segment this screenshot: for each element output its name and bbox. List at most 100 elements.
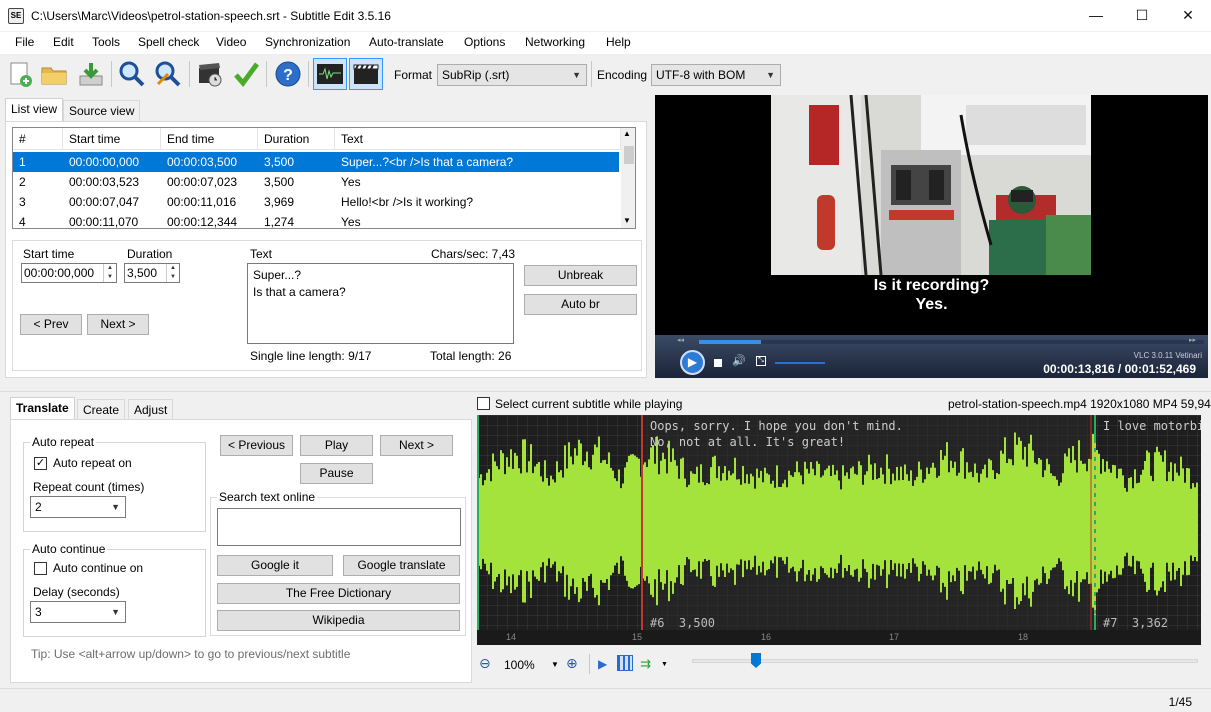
menu-help[interactable]: Help <box>606 35 631 49</box>
prev-button[interactable]: < Prev <box>20 314 82 335</box>
previous-button[interactable]: < Previous <box>220 435 293 456</box>
auto-continue-checkbox[interactable] <box>34 562 47 575</box>
wikipedia-button[interactable]: Wikipedia <box>217 610 460 631</box>
column-duration[interactable]: Duration <box>258 128 335 150</box>
open-folder-icon[interactable] <box>39 59 69 89</box>
find-icon[interactable] <box>117 59 147 89</box>
play-button[interactable]: Play <box>300 435 373 456</box>
slider-thumb[interactable] <box>751 653 761 668</box>
column-start-time[interactable]: Start time <box>63 128 161 150</box>
tab-create[interactable]: Create <box>77 399 126 421</box>
table-row[interactable]: 4 00:00:11,070 00:00:12,344 1,274 Yes <box>13 212 619 228</box>
zoom-out-icon[interactable]: ⊖ <box>479 655 491 672</box>
row-end: 00:00:11,016 <box>167 195 237 209</box>
google-it-button[interactable]: Google it <box>217 555 333 576</box>
chevron-down-icon[interactable]: ▼ <box>551 660 559 669</box>
menu-synchronization[interactable]: Synchronization <box>265 35 350 49</box>
spin-down-icon[interactable]: ▼ <box>166 273 179 282</box>
row-number: 3 <box>19 195 26 209</box>
spin-up-icon[interactable]: ▲ <box>166 264 179 273</box>
menu-networking[interactable]: Networking <box>525 35 585 49</box>
subtitle-list[interactable]: # Start time End time Duration Text 1 00… <box>12 127 636 229</box>
stop-icon[interactable] <box>714 359 722 367</box>
column-end-time[interactable]: End time <box>161 128 258 150</box>
chevron-up-icon[interactable]: ▲ <box>623 129 631 138</box>
video-progress-track[interactable] <box>699 340 1204 344</box>
menu-tools[interactable]: Tools <box>92 35 120 49</box>
close-button[interactable]: ✕ <box>1165 0 1211 31</box>
search-text-input[interactable] <box>217 508 461 546</box>
minimize-button[interactable]: — <box>1073 0 1119 31</box>
visual-sync-icon[interactable] <box>195 59 225 89</box>
menu-auto-translate[interactable]: Auto-translate <box>369 35 444 49</box>
chevron-down-icon: ▼ <box>572 70 581 80</box>
delay-select[interactable]: 3 ▼ <box>30 601 126 623</box>
volume-icon[interactable]: 🔊 <box>732 354 746 367</box>
maximize-button[interactable]: ☐ <box>1119 0 1165 31</box>
download-icon[interactable] <box>76 59 106 89</box>
zoom-value[interactable]: 100% <box>504 658 535 672</box>
menu-video[interactable]: Video <box>216 35 246 49</box>
translate-panel: Auto repeat ✓ Auto repeat on Repeat coun… <box>10 419 472 683</box>
next-button[interactable]: Next > <box>87 314 149 335</box>
column-text[interactable]: Text <box>335 128 621 150</box>
zoom-in-icon[interactable]: ⊕ <box>566 655 578 672</box>
next-button[interactable]: Next > <box>380 435 453 456</box>
list-scrollbar[interactable]: ▲ ▼ <box>621 128 635 228</box>
video-player[interactable]: Is it recording? Yes. ◂◂ ▸▸ ▶ 🔊 ⤡ VLC 3.… <box>655 95 1208 378</box>
auto-br-button[interactable]: Auto br <box>524 294 637 315</box>
chevron-down-icon[interactable]: ▼ <box>623 216 631 225</box>
video-time: 00:00:13,816 / 00:01:52,469 <box>1043 362 1196 376</box>
waveform-position-slider[interactable] <box>692 659 1198 663</box>
table-row[interactable]: 3 00:00:07,047 00:00:11,016 3,969 Hello!… <box>13 192 619 212</box>
spin-down-icon[interactable]: ▼ <box>103 273 116 282</box>
tab-source-view[interactable]: Source view <box>63 100 141 122</box>
repeat-count-value: 2 <box>35 500 42 514</box>
play-icon[interactable]: ▶ <box>680 350 705 375</box>
spin-up-icon[interactable]: ▲ <box>103 264 116 273</box>
fast-forward-icon[interactable]: ⇉ <box>640 656 651 672</box>
select-current-checkbox[interactable] <box>477 397 490 410</box>
subtitle-text-area[interactable]: Super...? Is that a camera? <box>247 263 514 344</box>
tab-translate[interactable]: Translate <box>10 397 75 421</box>
list-view-panel: # Start time End time Duration Text 1 00… <box>5 121 647 378</box>
replace-icon[interactable] <box>153 59 183 89</box>
repeat-count-select[interactable]: 2 ▼ <box>30 496 126 518</box>
menu-edit[interactable]: Edit <box>53 35 74 49</box>
duration-input[interactable]: 3,500 ▲ ▼ <box>124 263 180 283</box>
svg-text:?: ? <box>283 67 293 84</box>
tab-adjust[interactable]: Adjust <box>128 399 174 421</box>
volume-slider[interactable] <box>775 362 825 364</box>
menu-options[interactable]: Options <box>464 35 505 49</box>
waveform-graph[interactable] <box>477 415 1201 645</box>
column-number[interactable]: # <box>13 128 63 150</box>
start-time-input[interactable]: 00:00:00,000 ▲ ▼ <box>21 263 117 283</box>
chevron-down-icon[interactable]: ▼ <box>661 661 668 668</box>
auto-repeat-checkbox[interactable]: ✓ <box>34 457 47 470</box>
start-time-label: Start time <box>23 247 75 261</box>
tip-text: Tip: Use <alt+arrow up/down> to go to pr… <box>31 647 351 661</box>
rewind-icon[interactable]: ◂◂ <box>677 336 684 344</box>
scrollbar-thumb[interactable] <box>624 146 634 164</box>
waveform-icon[interactable] <box>313 58 347 90</box>
menu-file[interactable]: File <box>15 35 34 49</box>
tab-list-view[interactable]: List view <box>5 98 64 122</box>
encoding-select[interactable]: UTF-8 with BOM ▼ <box>651 64 781 86</box>
fast-forward-icon[interactable]: ▸▸ <box>1189 336 1196 344</box>
help-icon[interactable]: ? <box>273 59 303 89</box>
table-row[interactable]: 2 00:00:03,523 00:00:07,023 3,500 Yes <box>13 172 619 192</box>
spell-check-icon[interactable] <box>231 59 261 89</box>
google-translate-button[interactable]: Google translate <box>343 555 460 576</box>
video-icon[interactable] <box>349 58 383 90</box>
menu-spell-check[interactable]: Spell check <box>138 35 199 49</box>
fullscreen-icon[interactable]: ⤡ <box>756 356 766 366</box>
new-file-icon[interactable] <box>5 59 35 89</box>
pause-button[interactable]: Pause <box>300 463 373 484</box>
table-row[interactable]: 1 00:00:00,000 00:00:03,500 3,500 Super.… <box>13 152 619 172</box>
unbreak-button[interactable]: Unbreak <box>524 265 637 286</box>
waveform-split-icon[interactable] <box>617 655 633 671</box>
play-selection-icon[interactable]: ▶ <box>598 657 607 671</box>
free-dictionary-button[interactable]: The Free Dictionary <box>217 583 460 604</box>
format-select[interactable]: SubRip (.srt) ▼ <box>437 64 587 86</box>
waveform-panel[interactable]: Oops, sorry. I hope you don't mind. No, … <box>477 415 1201 645</box>
